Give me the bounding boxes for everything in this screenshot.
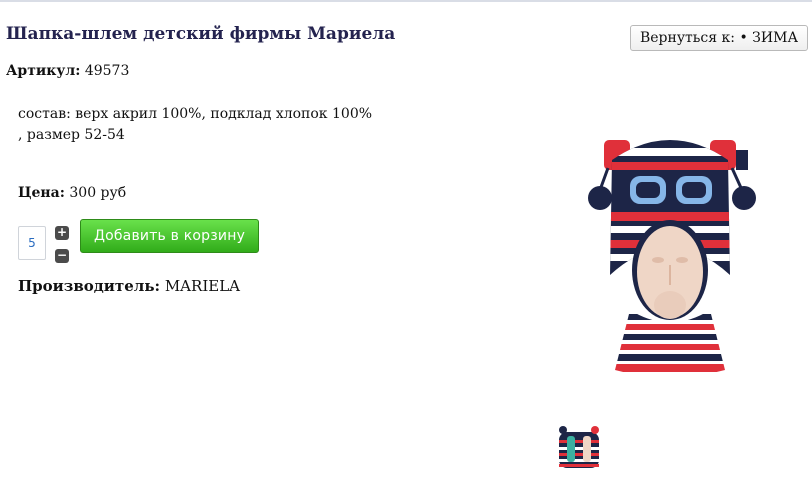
product-description: состав: верх акрил 100%, подклад хлопок … [18,104,378,146]
product-manufacturer: Производитель: MARIELA [18,277,240,295]
manufacturer-value: MARIELA [164,277,240,295]
product-photo[interactable] [560,100,780,385]
back-to-category-button[interactable]: Вернуться к: • ЗИМА [630,25,808,51]
product-price: Цена: 300 руб [18,185,126,201]
description-line: , размер 52-54 [18,127,125,143]
product-thumbnail[interactable] [553,422,605,472]
sku-label: Артикул: [6,63,81,79]
add-to-cart-button[interactable]: Добавить в корзину [80,219,259,253]
plus-icon[interactable]: + [55,226,69,240]
sku-value: 49573 [84,63,130,79]
minus-icon[interactable]: − [55,249,69,263]
price-value: 300 руб [69,185,127,201]
quantity-input[interactable]: 5 [18,226,46,260]
product-sku: Артикул: 49573 [6,63,129,79]
description-line: состав: верх акрил 100%, подклад хлопок … [18,106,373,122]
manufacturer-label: Производитель: [18,277,161,295]
top-divider [0,0,812,2]
price-label: Цена: [18,185,65,201]
product-title: Шапка-шлем детский фирмы Мариела [6,24,396,44]
